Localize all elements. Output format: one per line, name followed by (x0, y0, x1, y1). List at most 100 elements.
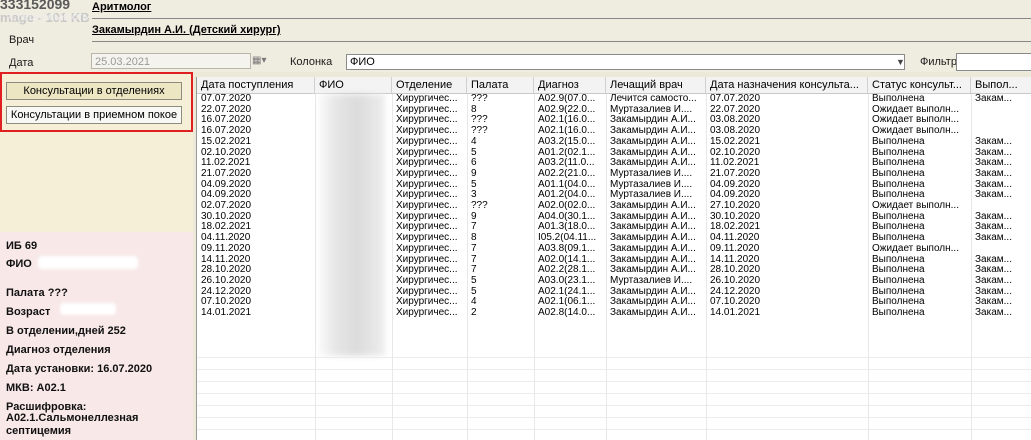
col-diagnosis-cell: A03.2(11.0... (538, 158, 595, 169)
col-department-cell: Хирургичес... (396, 104, 458, 115)
consultations-table: Дата поступления ФИО Отделение Палата Диагно… (196, 77, 1031, 440)
col-department-cell: Хирургичес... (396, 158, 458, 169)
date-field[interactable]: 25.03.2021 (91, 53, 251, 69)
table-header: Дата поступления ФИО Отделение Палата Диагно… (197, 77, 1031, 94)
patient-info-panel: ИБ 69 ФИО Палата ??? Возраст В отделении… (0, 232, 193, 440)
col-doctor-cell: Закамырдин А.И... (610, 308, 696, 318)
col-done-by-cell: Закам... (975, 286, 1012, 297)
col-done-by-cell: Закам... (975, 190, 1012, 201)
col-done-by-cell: Закам... (975, 94, 1012, 104)
col-assign-date-cell: 04.09.2020 (710, 179, 761, 190)
grid-line (197, 393, 1031, 394)
col-ward-cell: 5 (471, 147, 477, 158)
col-diagnosis-cell: A02.1(24.1... (538, 286, 596, 297)
col-ward-cell: 2 (471, 308, 477, 318)
col-admission-date-cell: 22.07.2020 (201, 104, 252, 115)
column-select[interactable]: ФИО (346, 54, 905, 70)
column-label: Колонка (290, 56, 333, 68)
patient-days: В отделении,дней 252 (6, 325, 126, 337)
col-department-cell: Хирургичес... (396, 136, 458, 147)
col-assign-date-cell: 24.12.2020 (710, 286, 761, 297)
col-done-by-header[interactable]: Выпол... (971, 77, 1031, 93)
filter-input[interactable] (956, 53, 1031, 71)
col-status-cell: Выполнена (872, 265, 925, 276)
col-status-cell: Ожидает выполн... (872, 201, 959, 211)
col-assign-date-cell: 27.10.2020 (710, 201, 761, 211)
doctor-value[interactable]: Закамырдин А.И. (Детский хирург) (92, 24, 1031, 42)
grid-line (197, 429, 1031, 430)
col-doctor-cell: Закамырдин А.И... (610, 115, 696, 126)
col-admission-date-cell: 15.02.2021 (201, 136, 252, 147)
redacted-fio (38, 256, 138, 269)
col-assign-date-cell: 03.08.2020 (710, 115, 761, 126)
col-diagnosis-cell: A01.3(18.0... (538, 222, 596, 233)
col-assign-date-cell: 14.11.2020 (710, 254, 760, 265)
col-doctor-cell: Закамырдин А.И... (610, 211, 696, 222)
col-department-cell: Хирургичес... (396, 308, 458, 318)
col-status-cell: Выполнена (872, 168, 925, 179)
col-assign-date-cell: 04.09.2020 (710, 190, 761, 201)
chevron-down-icon[interactable]: ▼ (896, 54, 908, 70)
col-diagnosis-header[interactable]: Диагноз (534, 77, 606, 93)
col-department-header[interactable]: Отделение (392, 77, 467, 93)
col-admission-date-cell: 28.10.2020 (201, 265, 252, 276)
col-department-cell: Хирургичес... (396, 126, 458, 137)
column-divider (534, 94, 535, 440)
col-doctor-cell: Муртазалиев И.... (610, 104, 693, 115)
col-diagnosis-cell: A03.8(09.1... (538, 243, 596, 254)
doctor-label: Врач (9, 34, 35, 46)
col-admission-date-cell: 02.10.2020 (201, 147, 252, 158)
col-done-by-cell (971, 126, 1031, 137)
specialty-value[interactable]: Аритмолог (92, 1, 1031, 19)
col-department-cell: Хирургичес... (396, 168, 458, 179)
col-status-cell: Выполнена (872, 286, 925, 297)
col-diagnosis-cell: A02.1(16.0... (538, 126, 596, 137)
col-admission-date-cell: 16.07.2020 (201, 126, 252, 137)
col-diagnosis-cell: A02.0(02.0... (538, 201, 596, 211)
col-department-cell: Хирургичес... (396, 115, 458, 126)
col-department-cell: Хирургичес... (396, 275, 458, 286)
col-assign-date-cell: 02.10.2020 (710, 147, 761, 158)
col-ward-cell: 8 (471, 233, 477, 244)
column-divider (971, 94, 972, 440)
col-ward-cell: 5 (471, 286, 477, 297)
col-diagnosis-cell: A02.9(07.0... (538, 94, 596, 104)
col-assign-date-cell: 26.10.2020 (710, 275, 761, 286)
col-assign-date-cell: 09.11.2020 (710, 243, 760, 254)
col-department-cell: Хирургичес... (396, 147, 458, 158)
col-status-header[interactable]: Статус консульт... (868, 77, 971, 93)
col-department-cell: Хирургичес... (396, 233, 458, 244)
calendar-icon[interactable]: ▦▾ (252, 53, 276, 69)
col-status-cell: Выполнена (872, 254, 925, 265)
col-ward-cell: 3 (471, 190, 477, 201)
col-status-cell: Выполнена (872, 297, 925, 308)
col-admission-date-cell: 11.02.2021 (201, 158, 251, 169)
col-admission-date-cell: 09.11.2020 (201, 243, 251, 254)
col-done-by-cell: Закам... (975, 222, 1012, 233)
col-ward-cell: 6 (471, 158, 477, 169)
col-status-cell: Выполнена (872, 147, 925, 158)
patient-fio: ФИО (6, 258, 32, 270)
col-diagnosis-cell: A01.2(04.0... (538, 190, 596, 201)
col-status-cell: Ожидает выполн... (872, 115, 959, 126)
col-doctor-header[interactable]: Лечащий врач (606, 77, 706, 93)
grid-line (197, 369, 1031, 370)
filter-label: Фильтр (920, 56, 957, 68)
patient-decode-value2: септицемия (6, 425, 72, 437)
col-ward-cell: ??? (471, 126, 488, 137)
col-done-by-cell: Закам... (975, 308, 1012, 318)
col-diagnosis-cell: A02.2(28.1... (538, 265, 596, 276)
col-admission-date-header[interactable]: Дата поступления (197, 77, 315, 93)
column-divider (606, 94, 607, 440)
col-doctor-cell: Муртазалиев И.... (610, 168, 693, 179)
col-assign-date-header[interactable]: Дата назначения консульта... (706, 77, 868, 93)
col-ward-cell: ??? (471, 94, 488, 104)
col-doctor-cell: Закамырдин А.И... (610, 265, 696, 276)
col-admission-date-cell: 07.07.2020 (201, 94, 252, 104)
col-done-by-cell: Закам... (975, 158, 1012, 169)
col-fio-header[interactable]: ФИО (315, 77, 392, 93)
left-panel: Консультации в отделениях Консультации в… (0, 72, 193, 440)
grid-line (197, 405, 1031, 406)
col-admission-date-cell: 30.10.2020 (201, 211, 252, 222)
col-ward-header[interactable]: Палата (467, 77, 534, 93)
